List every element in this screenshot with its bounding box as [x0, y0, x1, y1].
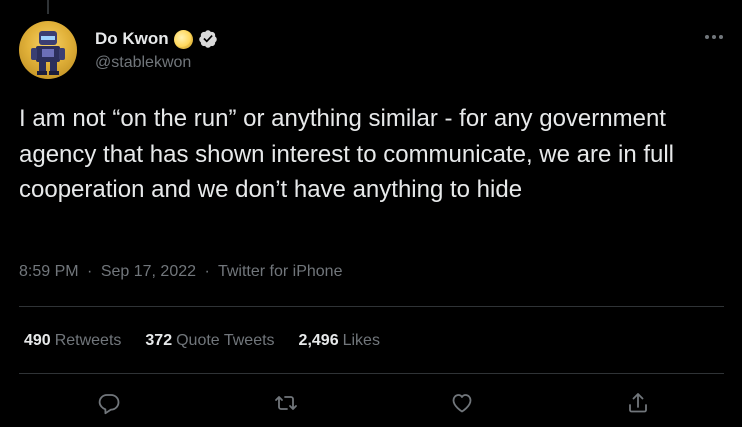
likes-stat[interactable]: 2,496 Likes — [299, 332, 380, 350]
tweet-actions — [0, 385, 742, 421]
author-name[interactable]: Do Kwon — [95, 29, 169, 49]
more-options-button[interactable] — [696, 22, 732, 52]
tweet-source[interactable]: Twitter for iPhone — [218, 263, 343, 280]
retweets-label: Retweets — [54, 332, 122, 349]
retweet-button[interactable] — [268, 385, 304, 421]
retweet-icon — [275, 396, 297, 410]
retweets-count: 490 — [24, 332, 51, 349]
share-button[interactable] — [620, 385, 656, 421]
share-icon — [629, 393, 647, 413]
quote-tweets-stat[interactable]: 372 Quote Tweets — [145, 332, 274, 350]
author-handle[interactable]: @stablekwon — [95, 54, 191, 72]
like-icon — [452, 394, 472, 413]
quote-tweets-count: 372 — [145, 332, 173, 349]
tweet-text: I am not “on the run” or anything simila… — [19, 105, 675, 203]
avatar[interactable] — [19, 21, 77, 79]
quote-tweets-label: Quote Tweets — [176, 332, 275, 349]
avatar-robot-icon — [31, 31, 65, 75]
verified-badge-icon — [198, 30, 217, 48]
like-button[interactable] — [444, 385, 480, 421]
tweet-date[interactable]: Sep 17, 2022 — [101, 263, 196, 280]
divider — [19, 306, 724, 307]
retweets-stat[interactable]: 490 Retweets — [24, 332, 121, 350]
thread-connector-line — [47, 0, 49, 14]
likes-count: 2,496 — [298, 332, 339, 349]
tweet-time[interactable]: 8:59 PM — [19, 263, 79, 280]
moon-icon — [173, 29, 193, 49]
meta-separator: · — [87, 263, 93, 280]
divider — [19, 373, 724, 374]
author-name-row: Do Kwon — [95, 29, 218, 49]
tweet-meta: 8:59 PM · Sep 17, 2022 · Twitter for iPh… — [19, 263, 342, 281]
reply-icon — [98, 394, 120, 415]
tweet-stats: 490 Retweets 372 Quote Tweets 2,496 Like… — [24, 332, 380, 350]
meta-separator: · — [204, 263, 210, 280]
likes-label: Likes — [342, 332, 380, 349]
more-dots-icon — [705, 35, 723, 39]
reply-button[interactable] — [91, 385, 127, 421]
